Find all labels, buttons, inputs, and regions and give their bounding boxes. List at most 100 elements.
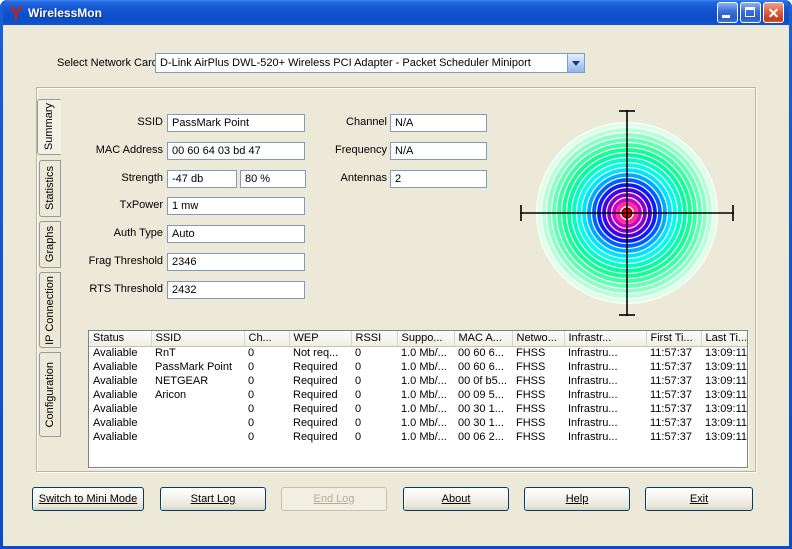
table-cell: Required — [293, 417, 338, 429]
table-cell: 13:09:11 — [705, 417, 748, 429]
close-button[interactable] — [763, 2, 784, 23]
help-button[interactable]: Help — [524, 487, 630, 511]
table-cell: Avaliable — [93, 389, 138, 401]
channel-value: N/A — [390, 114, 487, 132]
table-cell: Infrastru... — [568, 375, 618, 387]
titlebar: WirelessMon — [3, 0, 789, 25]
radar-crosshair — [520, 110, 734, 316]
table-row[interactable]: Avaliable 0 Required 0 1.0 Mb/... 00 30 1... F… — [89, 402, 748, 416]
tab-graphs[interactable]: Graphs — [39, 221, 61, 268]
start-log-button[interactable]: Start Log — [160, 487, 266, 511]
close-icon — [764, 3, 783, 22]
table-cell: Avaliable — [93, 431, 138, 443]
app-icon — [8, 5, 24, 21]
strength-label: Strength — [121, 172, 163, 184]
table-cell: 0 — [248, 361, 255, 373]
column-header[interactable]: RSSI — [351, 331, 398, 347]
table-cell: 1.0 Mb/... — [401, 375, 447, 387]
table-row[interactable]: Avaliable 0 Required 0 1.0 Mb/... 00 30 1... F… — [89, 416, 748, 430]
column-header[interactable]: Status — [89, 331, 152, 347]
table-cell: 00 09 5... — [458, 389, 504, 401]
table-cell: 0 — [355, 361, 362, 373]
table-cell: Avaliable — [93, 375, 138, 387]
table-cell: Infrastru... — [568, 347, 618, 360]
table-cell: Avaliable — [93, 403, 138, 415]
table-cell: 0 — [248, 417, 255, 429]
column-header[interactable]: Last Ti... — [701, 331, 747, 347]
tab-configuration[interactable]: Configuration — [39, 352, 61, 437]
window-title: WirelessMon — [28, 5, 102, 20]
column-header[interactable]: Ch... — [244, 331, 290, 347]
column-header[interactable]: SSID — [151, 331, 245, 347]
column-header[interactable]: MAC A... — [454, 331, 513, 347]
table-cell: 11:57:37 — [650, 389, 693, 401]
minimize-button[interactable] — [717, 2, 738, 23]
wirelessmon-window: WirelessMon Select Network Card D-Link A… — [0, 0, 792, 549]
mac-address-value: 00 60 64 03 bd 47 — [167, 142, 305, 160]
column-header[interactable]: First Ti... — [646, 331, 702, 347]
tab-statistics[interactable]: Statistics — [39, 160, 61, 217]
tab-ip-connection-label: IP Connection — [44, 275, 56, 345]
table-cell: 13:09:11 — [705, 431, 748, 443]
table-cell: FHSS — [516, 361, 546, 373]
strength-db-value: -47 db — [167, 170, 237, 188]
table-row[interactable]: Avaliable RnT 0 Not req... 0 1.0 Mb/... 00 60 … — [89, 346, 747, 360]
minimize-icon — [722, 15, 730, 18]
column-header[interactable]: Netwo... — [512, 331, 565, 347]
window-controls — [717, 2, 784, 23]
table-cell: 00 60 6... — [458, 361, 504, 373]
frequency-label: Frequency — [335, 144, 387, 156]
maximize-button[interactable] — [740, 2, 761, 23]
table-cell: 00 30 1... — [458, 417, 504, 429]
client-area: Select Network Card D-Link AirPlus DWL-5… — [3, 25, 789, 546]
table-cell: FHSS — [516, 431, 546, 443]
table-cell: Infrastru... — [568, 389, 618, 401]
table-cell: 0 — [355, 431, 362, 443]
table-cell: Required — [293, 361, 338, 373]
table-cell: 13:09:11 — [705, 375, 748, 387]
maximize-icon — [745, 7, 755, 17]
table-cell: Aricon — [155, 389, 187, 401]
help-label: Help — [565, 493, 589, 505]
table-row[interactable]: Avaliable 0 Required 0 1.0 Mb/... 00 06 2... F… — [89, 430, 748, 444]
column-header[interactable]: WEP — [289, 331, 352, 347]
column-header[interactable]: Infrastr... — [564, 331, 647, 347]
table-row[interactable]: Avaliable PassMark Point 0 Required 0 1.0 Mb/… — [89, 360, 748, 374]
network-card-selected-value: D-Link AirPlus DWL-520+ Wireless PCI Ada… — [160, 57, 531, 69]
table-cell: 13:09:11 — [705, 361, 748, 373]
access-point-table: Status SSID Ch... WEP RSSI Suppo... MAC A... Ne… — [88, 330, 748, 468]
table-cell: RnT — [155, 347, 176, 360]
table-cell: 00 06 2... — [458, 431, 504, 443]
column-header[interactable]: Suppo... — [397, 331, 455, 347]
table-cell: 11:57:37 — [650, 375, 693, 387]
switch-mini-mode-label: Switch to Mini Mode — [38, 493, 138, 505]
chevron-down-icon[interactable] — [567, 54, 584, 72]
table-cell: FHSS — [516, 347, 546, 360]
auth-type-value: Auto — [167, 225, 305, 243]
table-cell: 13:09:11 — [705, 403, 748, 415]
ssid-label: SSID — [137, 116, 163, 128]
antennas-label: Antennas — [340, 172, 387, 184]
table-cell: Avaliable — [93, 417, 138, 429]
tab-ip-connection[interactable]: IP Connection — [39, 272, 61, 348]
tab-summary[interactable]: Summary — [37, 99, 61, 155]
switch-mini-mode-button[interactable]: Switch to Mini Mode — [32, 487, 144, 511]
network-card-select[interactable]: D-Link AirPlus DWL-520+ Wireless PCI Ada… — [155, 53, 585, 73]
rts-threshold-label: RTS Threshold — [89, 283, 163, 295]
ssid-value: PassMark Point — [167, 114, 305, 132]
table-cell: 1.0 Mb/... — [401, 347, 447, 360]
table-row[interactable]: Avaliable NETGEAR 0 Required 0 1.0 Mb/... 00 0… — [89, 374, 748, 388]
table-cell: Avaliable — [93, 347, 138, 360]
table-cell: 0 — [248, 375, 255, 387]
table-cell: 0 — [248, 389, 255, 401]
table-cell: 00 60 6... — [458, 347, 504, 360]
strength-percent-value: 80 % — [240, 170, 306, 188]
table-cell: 0 — [355, 347, 362, 360]
exit-button[interactable]: Exit — [645, 487, 753, 511]
table-row[interactable]: Avaliable Aricon 0 Required 0 1.0 Mb/... 00 09… — [89, 388, 747, 402]
table-cell: PassMark Point — [155, 361, 233, 373]
table-cell — [151, 402, 244, 416]
table-cell — [151, 430, 244, 444]
about-button[interactable]: About — [403, 487, 509, 511]
tab-summary-label: Summary — [43, 103, 55, 151]
